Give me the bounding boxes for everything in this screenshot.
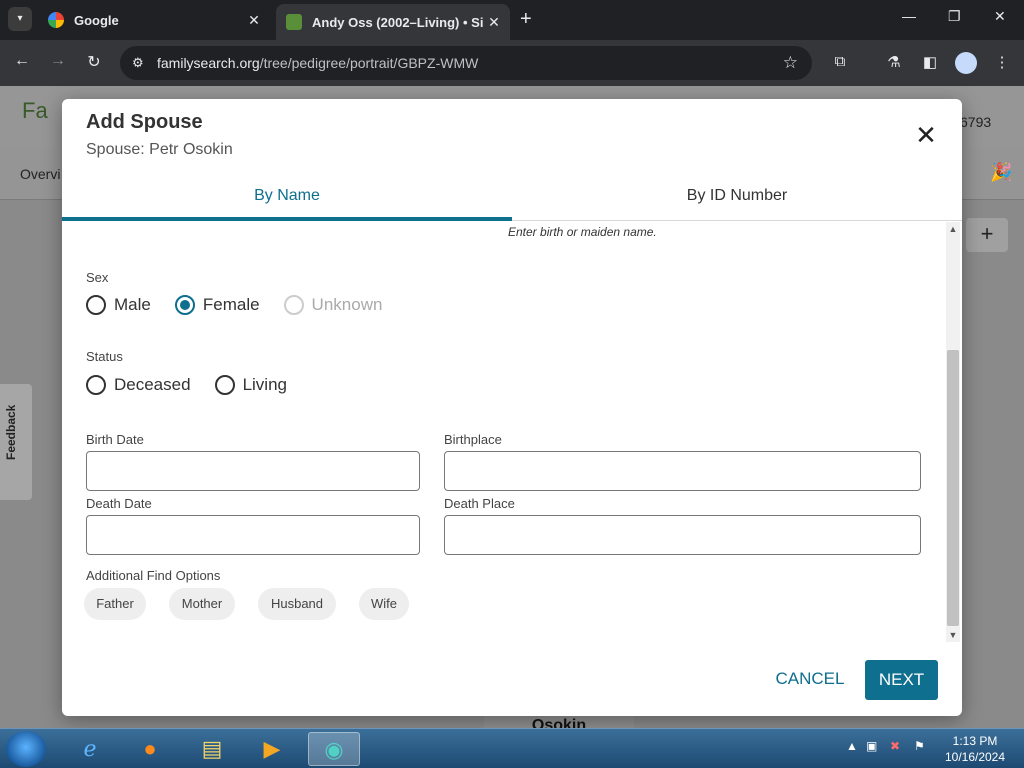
media-player-icon[interactable]: ▶ [246,732,298,766]
sex-radio-group: Male Female Unknown [86,295,406,315]
site-info-icon[interactable]: ⚙ [132,55,144,71]
start-button[interactable] [6,731,46,767]
celebration-icon[interactable]: 🎉 [990,162,1012,183]
radio-circle-checked [174,295,195,315]
clock-date: 10/16/2024 [944,750,1006,764]
forward-icon[interactable]: → [47,52,69,70]
windows-taskbar: ℯ ● ▤ ▶ ◉ ▲ ▣ ✖ ⚑ 1:13 PM 10/16/2024 [0,728,1024,768]
google-favicon-icon [48,12,64,28]
labs-flask-icon[interactable]: ⚗ [884,53,904,71]
reload-icon[interactable]: ↻ [83,52,105,72]
radio-circle [214,375,235,395]
chip-father[interactable]: Father [84,588,146,620]
tab-by-name[interactable]: By Name [62,175,512,221]
death-date-field[interactable] [86,515,420,555]
tab-title: Google [74,12,119,28]
add-spouse-dialog: Add Spouse Spouse: Petr Osokin ✕ By Name… [62,99,962,716]
firefox-icon[interactable]: ● [124,732,176,766]
death-place-field[interactable] [444,515,921,555]
feedback-tab[interactable]: Feedback [0,384,32,500]
dialog-subtitle: Spouse: Petr Osokin [86,141,233,158]
birth-date-label: Birth Date [86,432,144,447]
dialog-title: Add Spouse [86,111,203,133]
sex-label: Sex [86,270,109,285]
restore-icon[interactable]: ❐ [948,8,961,25]
scroll-up-icon[interactable]: ▲ [946,222,960,236]
search-mode-tabs: By Name By ID Number [62,175,962,221]
tab-close-icon[interactable]: ✕ [484,14,504,31]
network-icon[interactable]: ▣ [866,739,877,753]
chip-husband[interactable]: Husband [258,588,336,620]
person-name-card[interactable]: Osokin [484,714,634,728]
familysearch-logo-icon[interactable]: Fa [22,98,50,132]
birthplace-label: Birthplace [444,432,502,447]
status-radio-group: Deceased Living [86,375,311,395]
chip-mother[interactable]: Mother [169,588,235,620]
browser-tab-bar: ▾ Google ✕ Andy Oss (2002–Living) • Sibl… [0,0,1024,40]
show-hidden-icons-icon[interactable]: ▲ [846,739,858,753]
action-center-flag-icon[interactable]: ⚑ [914,739,925,753]
minimize-icon[interactable]: — [902,8,916,24]
scroll-thumb[interactable] [947,350,959,626]
back-icon[interactable]: ← [11,52,33,70]
url-text: familysearch.org/tree/pedigree/portrait/… [157,55,479,71]
scroll-down-icon[interactable]: ▼ [946,628,960,642]
close-icon[interactable]: ✕ [912,121,940,149]
clock-time: 1:13 PM [952,734,998,748]
radio-circle [283,295,304,315]
tab-google[interactable]: Google ✕ [38,4,270,36]
status-living-radio[interactable]: Living [214,375,287,395]
death-date-label: Death Date [86,496,152,511]
dialog-scrollbar[interactable]: ▲ ▼ [946,222,960,642]
additional-find-options-label: Additional Find Options [86,568,221,583]
internet-explorer-icon[interactable]: ℯ [64,732,116,766]
browser-toolbar: ← → ↻ ⚙ familysearch.org/tree/pedigree/p… [0,40,1024,86]
dialog-body: Enter birth or maiden name. Sex Male Fem… [62,222,962,642]
sex-male-radio[interactable]: Male [86,295,151,315]
side-panel-icon[interactable]: ◧ [920,53,940,71]
file-explorer-icon[interactable]: ▤ [186,732,238,766]
birthplace-field[interactable] [444,451,921,491]
status-deceased-radio[interactable]: Deceased [86,375,191,395]
name-hint: Enter birth or maiden name. [508,225,657,239]
status-label: Status [86,349,123,364]
sex-female-radio[interactable]: Female [174,295,260,315]
add-icon[interactable]: + [966,218,1008,252]
tab-title: Andy Oss (2002–Living) • Siblin [312,14,484,30]
address-bar[interactable]: ⚙ familysearch.org/tree/pedigree/portrai… [120,46,812,80]
radio-circle [86,375,106,395]
extensions-icon[interactable]: ⧉ [830,53,850,70]
volume-muted-icon[interactable]: ✖ [890,739,900,753]
app-active-icon[interactable]: ◉ [308,732,360,766]
system-clock[interactable]: 1:13 PM 10/16/2024 [940,733,1010,765]
cancel-button[interactable]: CANCEL [770,661,850,697]
new-tab-icon[interactable]: + [520,8,532,31]
tab-by-id-number[interactable]: By ID Number [512,175,962,221]
sex-unknown-radio[interactable]: Unknown [283,295,382,315]
birth-date-field[interactable] [86,451,420,491]
radio-circle [86,295,106,315]
bookmark-star-icon[interactable]: ☆ [783,53,798,73]
page-id-fragment: 6793 [960,114,992,130]
chip-wife[interactable]: Wife [359,588,409,620]
profile-avatar-icon[interactable] [955,52,977,74]
tab-search-button[interactable]: ▾ [8,7,32,31]
tab-familysearch[interactable]: Andy Oss (2002–Living) • Siblin ✕ [276,4,510,40]
next-button[interactable]: NEXT [865,660,938,700]
tab-close-icon[interactable]: ✕ [244,12,264,29]
death-place-label: Death Place [444,496,515,511]
more-menu-icon[interactable]: ⋮ [992,53,1012,71]
window-close-icon[interactable]: ✕ [994,8,1006,25]
familysearch-favicon-icon [286,14,302,30]
overview-link[interactable]: Overvi [20,166,60,182]
